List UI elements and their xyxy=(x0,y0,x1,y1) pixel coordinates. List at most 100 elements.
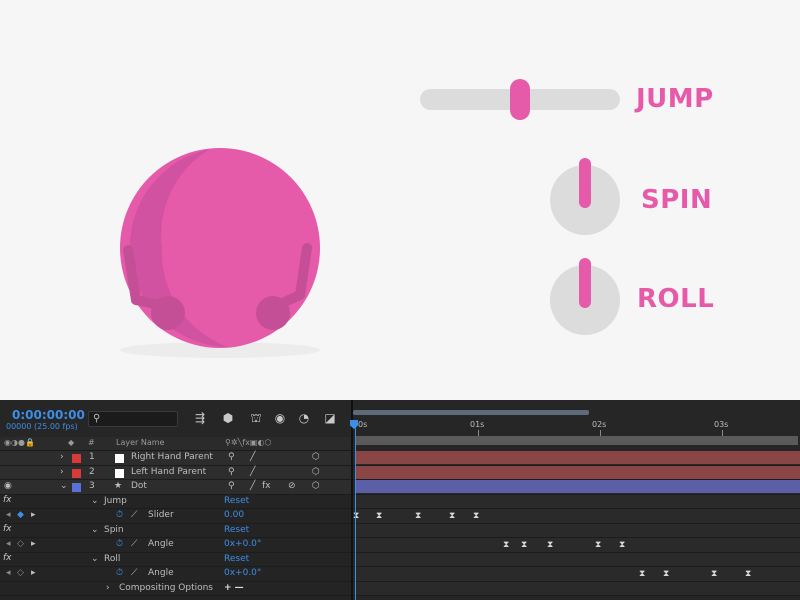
keyframe-icon[interactable]: ⧗ xyxy=(595,541,601,550)
prev-keyframe-icon[interactable]: ◂ xyxy=(6,568,11,578)
quality-switch-icon[interactable]: ╱ xyxy=(250,481,255,491)
keyframe-icon[interactable]: ⧗ xyxy=(547,541,553,550)
layer-name[interactable]: Right Hand Parent xyxy=(131,452,213,462)
collapse-arrow-icon[interactable]: ⌄ xyxy=(91,525,99,535)
effect-name[interactable]: Roll xyxy=(104,554,120,564)
keyframe-icon[interactable]: ⧗ xyxy=(619,541,625,550)
shy-switch-icon[interactable]: ⚲ xyxy=(228,481,235,491)
layer-duration-bar[interactable] xyxy=(356,465,800,479)
layer-color-swatch[interactable] xyxy=(72,483,81,492)
quality-switch-icon[interactable]: ╱ xyxy=(250,452,255,462)
property-row-angle[interactable]: ◂ ◇ ▸ ⏱ ⟋ Angle 0x+0.0° xyxy=(0,538,352,553)
keyframe-icon[interactable]: ⧗ xyxy=(473,512,479,521)
quality-switch-icon[interactable]: ╱ xyxy=(250,467,255,477)
shy-switch-icon[interactable]: ⚲ xyxy=(228,452,235,462)
next-keyframe-icon[interactable]: ▸ xyxy=(31,568,36,578)
layer-name[interactable]: Dot xyxy=(131,481,147,491)
layer-color-swatch[interactable] xyxy=(72,454,81,463)
keyframe-icon[interactable]: ⧗ xyxy=(521,541,527,550)
motion-blur-switch-icon[interactable]: ⊘ xyxy=(288,481,296,491)
effect-row-jump[interactable]: fx ⌄ Jump Reset xyxy=(0,494,352,509)
keyframe-diamond-icon[interactable]: ◇ xyxy=(17,568,24,578)
collapse-arrow-icon[interactable]: ⌄ xyxy=(91,554,99,564)
expand-arrow-icon[interactable]: › xyxy=(106,583,110,593)
layer-type-icon xyxy=(115,454,124,463)
prev-keyframe-icon[interactable]: ◂ xyxy=(6,539,11,549)
keyframe-icon[interactable]: ⧗ xyxy=(353,512,359,521)
property-track: ⧗ ⧗ ⧗ ⧗ xyxy=(353,567,800,582)
graph-editor-icon[interactable]: ◔ xyxy=(296,410,312,426)
compositing-options-label[interactable]: Compositing Options xyxy=(119,583,213,593)
keyframe-diamond-icon[interactable]: ◆ xyxy=(17,510,24,520)
effect-name[interactable]: Jump xyxy=(104,496,127,506)
stopwatch-icon[interactable]: ⏱ xyxy=(116,539,123,549)
keyframe-icon[interactable]: ⧗ xyxy=(639,570,645,579)
layer-color-swatch[interactable] xyxy=(72,468,81,478)
layer-duration-bar[interactable] xyxy=(356,480,800,493)
reset-link[interactable]: Reset xyxy=(224,496,249,506)
time-navigator[interactable] xyxy=(353,410,589,415)
expand-arrow-icon[interactable]: › xyxy=(60,467,64,477)
motion-blur-icon[interactable]: ◉ xyxy=(272,410,288,426)
keyframe-icon[interactable]: ⧗ xyxy=(745,570,751,579)
next-keyframe-icon[interactable]: ▸ xyxy=(31,510,36,520)
keyframe-icon[interactable]: ⧗ xyxy=(449,512,455,521)
3d-layer-icon[interactable]: ⬡ xyxy=(312,452,320,462)
stopwatch-icon[interactable]: ⏱ xyxy=(116,568,123,578)
layer-track xyxy=(353,465,800,480)
collapse-arrow-icon[interactable]: ⌄ xyxy=(60,481,68,491)
fx-switch-icon[interactable]: fx xyxy=(262,481,271,491)
layer-row[interactable]: ◉ ⌄ 3 ★ Dot ⚲ ╱ fx ⊘ ⬡ xyxy=(0,480,352,495)
reset-link[interactable]: Reset xyxy=(224,525,249,535)
right-hand xyxy=(256,296,290,330)
property-value[interactable]: 0.00 xyxy=(224,510,244,520)
keyframe-icon[interactable]: ⧗ xyxy=(376,512,382,521)
eye-icon[interactable]: ◉ xyxy=(4,481,12,491)
frame-blending-icon[interactable]: ⛫ xyxy=(248,410,264,426)
spin-knob-handle[interactable] xyxy=(579,158,591,208)
keyframe-diamond-icon[interactable]: ◇ xyxy=(17,539,24,549)
next-keyframe-icon[interactable]: ▸ xyxy=(31,539,36,549)
work-area-bar[interactable] xyxy=(356,436,798,445)
collapse-arrow-icon[interactable]: ⌄ xyxy=(91,496,99,506)
roll-knob-handle[interactable] xyxy=(579,258,591,308)
roll-knob[interactable] xyxy=(550,258,620,335)
effect-row-spin[interactable]: fx ⌄ Spin Reset xyxy=(0,523,352,538)
jump-slider-thumb[interactable] xyxy=(510,79,530,120)
layer-name-column-header[interactable]: Layer Name xyxy=(116,438,164,447)
keyframe-icon[interactable]: ⧗ xyxy=(711,570,717,579)
playhead[interactable] xyxy=(355,420,356,600)
3d-layer-icon[interactable]: ⬡ xyxy=(312,467,320,477)
layer-row[interactable]: › 1 Right Hand Parent ⚲ ╱ ⬡ xyxy=(0,451,352,466)
compositing-add-remove-buttons[interactable]: + — xyxy=(224,583,244,593)
spin-knob[interactable] xyxy=(550,158,620,235)
draft-3d-icon[interactable]: ⬢ xyxy=(220,410,236,426)
keyframe-icon[interactable]: ⧗ xyxy=(503,541,509,550)
property-value[interactable]: 0x+0.0° xyxy=(224,539,261,549)
layer-duration-bar[interactable] xyxy=(356,451,800,464)
comp-flowchart-icon[interactable]: ⇶ xyxy=(192,410,208,426)
keyframe-icon[interactable]: ⧗ xyxy=(663,570,669,579)
property-row-angle[interactable]: ◂ ◇ ▸ ⏱ ⟋ Angle 0x+0.0° xyxy=(0,567,352,582)
layer-row[interactable]: › 2 Left Hand Parent ⚲ ╱ ⬡ xyxy=(0,465,352,480)
layer-name[interactable]: Left Hand Parent xyxy=(131,467,206,477)
layer-number: 1 xyxy=(89,452,95,462)
keyframe-icon[interactable]: ⧗ xyxy=(415,512,421,521)
graph-icon[interactable]: ⟋ xyxy=(131,568,137,578)
layer-search-input[interactable]: ⚲ xyxy=(88,411,178,427)
3d-layer-icon[interactable]: ⬡ xyxy=(312,481,320,491)
effect-row-roll[interactable]: fx ⌄ Roll Reset xyxy=(0,552,352,567)
reset-link[interactable]: Reset xyxy=(224,554,249,564)
property-value[interactable]: 0x+0.0° xyxy=(224,568,261,578)
effect-name[interactable]: Spin xyxy=(104,525,124,535)
chart-icon[interactable]: ◪ xyxy=(322,410,338,426)
expand-arrow-icon[interactable]: › xyxy=(60,452,64,462)
compositing-options-row[interactable]: › Compositing Options + — xyxy=(0,581,352,596)
graph-icon[interactable]: ⟋ xyxy=(131,510,137,520)
prev-keyframe-icon[interactable]: ◂ xyxy=(6,510,11,520)
property-row-slider[interactable]: ◂ ◆ ▸ ⏱ ⟋ Slider 0.00 xyxy=(0,509,352,524)
graph-icon[interactable]: ⟋ xyxy=(131,539,137,549)
stopwatch-icon[interactable]: ⏱ xyxy=(116,510,123,520)
shy-switch-icon[interactable]: ⚲ xyxy=(228,467,235,477)
current-time-display[interactable]: 0:00:00:00 xyxy=(12,408,85,422)
